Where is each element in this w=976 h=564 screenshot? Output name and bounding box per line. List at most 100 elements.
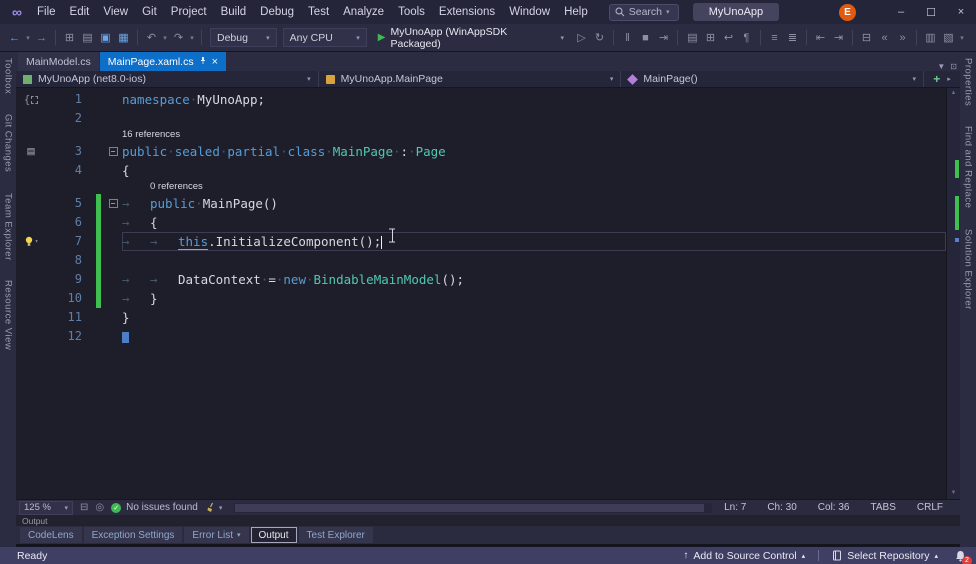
code-text[interactable] xyxy=(122,109,946,128)
comment-button[interactable]: ≡ xyxy=(766,28,783,48)
menu-file[interactable]: File xyxy=(30,4,63,20)
maximize-button[interactable]: ☐ xyxy=(916,0,946,24)
navigate-backward-button[interactable]: ← xyxy=(6,28,23,48)
select-repository-button[interactable]: Select Repository ▴ xyxy=(832,550,938,562)
scroll-down-icon[interactable]: ▼ xyxy=(947,488,960,499)
panel-tab-output[interactable]: Output xyxy=(250,527,297,543)
document-outline-icon[interactable]: ◎ xyxy=(95,502,104,513)
panel-tab-error-list[interactable]: Error List ▾ xyxy=(184,527,249,543)
start-without-debugging-button[interactable]: ▷ xyxy=(573,28,590,48)
close-button[interactable]: × xyxy=(946,0,976,24)
menu-project[interactable]: Project xyxy=(164,4,214,20)
code-map-button[interactable]: ▧ xyxy=(940,28,957,48)
undo-button[interactable]: ↶ xyxy=(143,28,160,48)
open-file-button[interactable]: ▤ xyxy=(79,28,96,48)
redo-button[interactable]: ↷ xyxy=(170,28,187,48)
step-over-button[interactable]: ⇥ xyxy=(655,28,672,48)
menu-build[interactable]: Build xyxy=(214,4,254,20)
menu-window[interactable]: Window xyxy=(502,4,557,20)
horizontal-scrollbar-thumb[interactable] xyxy=(235,503,704,512)
account-avatar[interactable]: E xyxy=(839,3,856,21)
close-tab-icon[interactable]: × xyxy=(212,56,218,68)
undo-dropdown[interactable]: ▾ xyxy=(161,28,169,48)
codelens-text[interactable]: 16 references xyxy=(122,128,946,142)
panel-tab-codelens[interactable]: CodeLens xyxy=(20,527,82,543)
code-text[interactable]: { xyxy=(122,161,946,180)
add-button[interactable]: + xyxy=(933,72,940,86)
side-tab-resource-view[interactable]: Resource View xyxy=(3,280,14,350)
previous-bookmark-button[interactable]: « xyxy=(876,28,893,48)
code-text[interactable]: public·sealed·partial·class·MainPage·:·P… xyxy=(122,142,946,161)
save-all-button[interactable]: ▦ xyxy=(115,28,132,48)
menu-edit[interactable]: Edit xyxy=(63,4,97,20)
word-wrap-button[interactable]: ↩ xyxy=(720,28,737,48)
increase-indent-button[interactable]: ⇥ xyxy=(830,28,847,48)
collapse-region-button[interactable]: − xyxy=(108,199,118,208)
document-list-dropdown-icon[interactable]: ▼ xyxy=(937,62,945,71)
menu-analyze[interactable]: Analyze xyxy=(336,4,391,20)
document-tab-mainmodel-cs[interactable]: MainModel.cs xyxy=(18,52,99,71)
decrease-indent-button[interactable]: ⇤ xyxy=(812,28,829,48)
project-dropdown[interactable]: MyUnoApp (net8.0-ios) ▾ xyxy=(16,71,319,87)
code-text[interactable]: namespace·MyUnoApp; xyxy=(122,90,946,109)
code-area[interactable]: {1 namespace·MyUnoApp; 2 16 references ▤ 3− pu… xyxy=(16,88,946,499)
side-tab-find-and-replace[interactable]: Find and Replace xyxy=(963,126,974,208)
tab-options-icon[interactable]: ⊡ xyxy=(950,62,957,71)
tabs-indicator[interactable]: TABS xyxy=(870,502,895,513)
search-box[interactable]: Search ▾ xyxy=(608,3,679,21)
side-tab-team-explorer[interactable]: Team Explorer xyxy=(3,193,14,261)
side-tab-toolbox[interactable]: Toolbox xyxy=(3,58,14,94)
scroll-up-icon[interactable]: ▲ xyxy=(947,88,960,99)
break-all-button[interactable]: ‖ xyxy=(619,28,636,48)
show-whitespace-button[interactable]: ¶ xyxy=(738,28,755,48)
split-view-icon[interactable]: ⊟ xyxy=(80,502,88,513)
menu-debug[interactable]: Debug xyxy=(253,4,301,20)
member-dropdown[interactable]: MainPage() ▾ xyxy=(621,71,925,87)
uncomment-button[interactable]: ≣ xyxy=(784,28,801,48)
pin-icon[interactable] xyxy=(199,56,207,68)
menu-tools[interactable]: Tools xyxy=(391,4,432,20)
add-to-source-control-button[interactable]: ↑ Add to Source Control ▴ xyxy=(683,550,805,562)
menu-test[interactable]: Test xyxy=(301,4,336,20)
code-text[interactable] xyxy=(122,327,946,346)
collapse-region-button[interactable]: − xyxy=(108,147,118,156)
next-bookmark-button[interactable]: » xyxy=(894,28,911,48)
feedback-button[interactable]: ▤ xyxy=(684,28,701,48)
side-tab-git-changes[interactable]: Git Changes xyxy=(3,114,14,172)
quick-actions-lightbulb[interactable]: ▾ xyxy=(16,232,46,251)
navigate-backward-dropdown[interactable]: ▾ xyxy=(24,28,32,48)
type-dropdown[interactable]: MyUnoApp.MainPage ▾ xyxy=(319,71,622,87)
save-button[interactable]: ▣ xyxy=(97,28,114,48)
menu-git[interactable]: Git xyxy=(135,4,164,20)
start-debugging-button[interactable]: ▶ MyUnoApp (WinAppSDK Packaged) ▾ xyxy=(371,26,571,50)
code-text[interactable]: →} xyxy=(122,289,946,308)
panel-tab-exception-settings[interactable]: Exception Settings xyxy=(83,527,183,543)
hot-reload-button[interactable]: ↻ xyxy=(591,28,608,48)
minimize-button[interactable]: – xyxy=(886,0,916,24)
side-tab-solution-explorer[interactable]: Solution Explorer xyxy=(963,229,974,310)
document-tab-mainpage-xaml-cs[interactable]: MainPage.xaml.cs × xyxy=(99,52,227,71)
stop-button[interactable]: ■ xyxy=(637,28,654,48)
toolbar-overflow-button[interactable]: ▾ xyxy=(958,28,966,48)
chevron-right-icon[interactable]: ▸ xyxy=(947,75,951,83)
codelens-text[interactable]: 0 references xyxy=(122,180,946,194)
solution-configuration-dropdown[interactable]: Debug ▾ xyxy=(210,28,277,47)
solution-platform-dropdown[interactable]: Any CPU ▾ xyxy=(282,28,367,47)
solution-name-badge[interactable]: MyUnoApp xyxy=(692,3,780,21)
call-hierarchy-button[interactable]: ▥ xyxy=(922,28,939,48)
code-text[interactable]: →{ xyxy=(122,213,946,232)
side-tab-properties[interactable]: Properties xyxy=(963,58,974,106)
panel-tab-test-explorer[interactable]: Test Explorer xyxy=(298,527,373,543)
notifications-button[interactable]: 2 xyxy=(955,550,972,564)
navigate-forward-button[interactable]: → xyxy=(33,28,50,48)
code-text[interactable] xyxy=(122,251,946,270)
code-text[interactable]: → → DataContext·=·new·BindableMainModel(); xyxy=(122,270,946,289)
code-text[interactable]: → → this.InitializeComponent(); xyxy=(122,232,946,251)
menu-view[interactable]: View xyxy=(96,4,135,20)
redo-dropdown[interactable]: ▾ xyxy=(188,28,196,48)
compare-files-button[interactable]: ⊞ xyxy=(702,28,719,48)
line-ending-indicator[interactable]: CRLF xyxy=(917,502,943,513)
zoom-control[interactable]: 125 % ▾ xyxy=(19,500,73,515)
code-cleanup-button[interactable]: ▾ xyxy=(205,502,222,513)
menu-extensions[interactable]: Extensions xyxy=(432,4,502,20)
